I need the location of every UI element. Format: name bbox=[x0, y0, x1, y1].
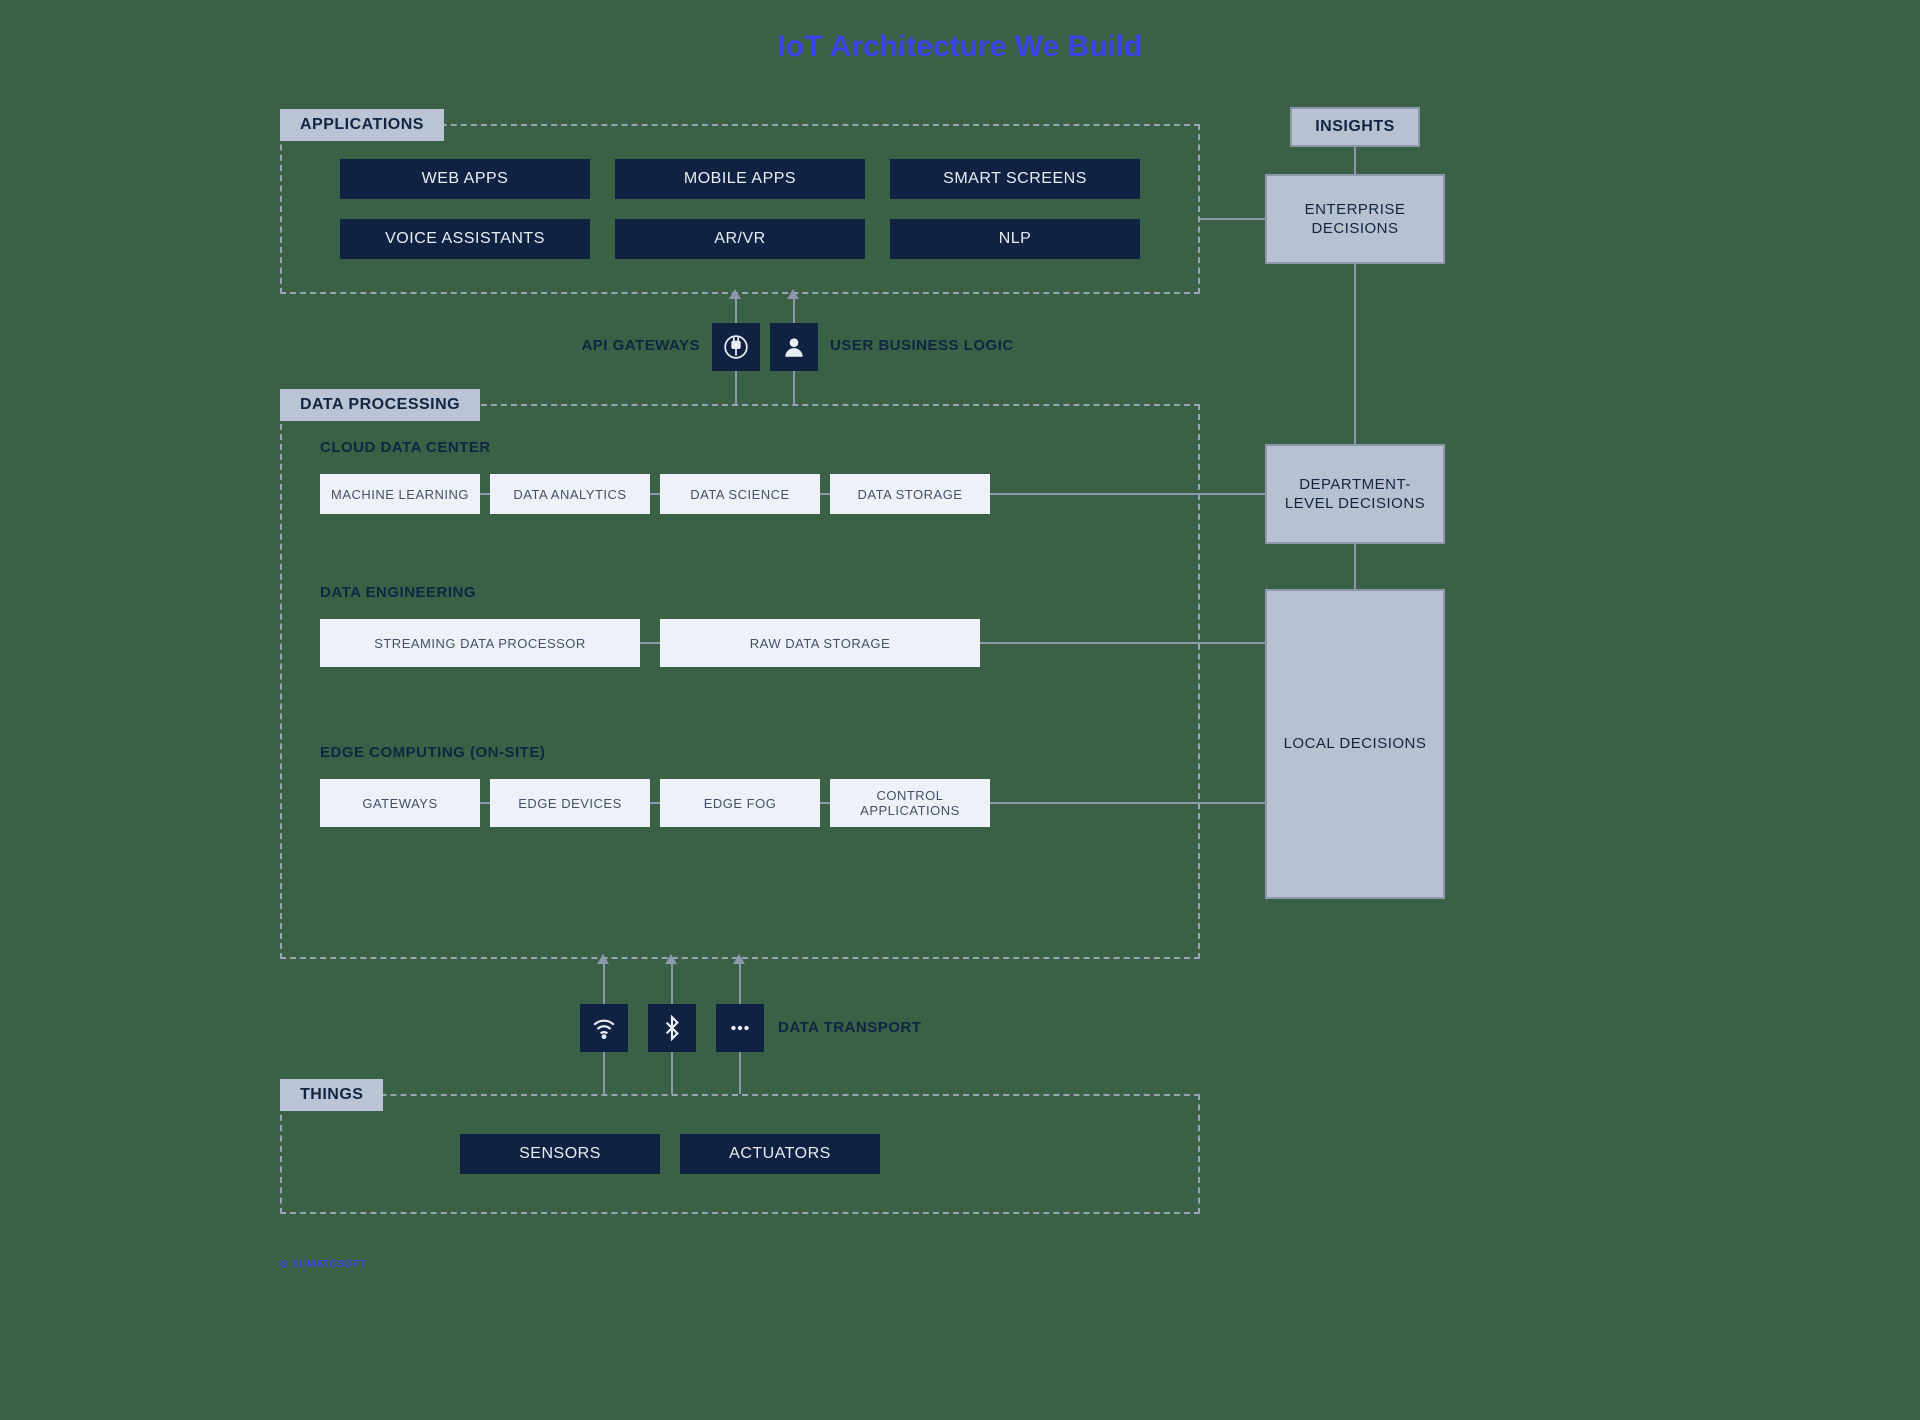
app-smart-screens: SMART SCREENS bbox=[890, 159, 1140, 199]
cloud-science: DATA SCIENCE bbox=[660, 474, 820, 514]
watermark: ⊙ SUMATOSOFT bbox=[280, 1259, 366, 1270]
page-title: IoT Architecture We Build bbox=[280, 30, 1640, 64]
engineering-heading: DATA ENGINEERING bbox=[320, 584, 476, 601]
app-voice-assistants: VOICE ASSISTANTS bbox=[340, 219, 590, 259]
local-decisions-box: LOCAL DECISIONS bbox=[1265, 589, 1445, 899]
cloud-ml: MACHINE LEARNING bbox=[320, 474, 480, 514]
cloud-storage: DATA STORAGE bbox=[830, 474, 990, 514]
things-sensors: SENSORS bbox=[460, 1134, 660, 1174]
wifi-icon bbox=[580, 1004, 628, 1052]
plug-icon bbox=[712, 323, 760, 371]
app-web-apps: WEB APPS bbox=[340, 159, 590, 199]
app-nlp: NLP bbox=[890, 219, 1140, 259]
data-transport-label: DATA TRANSPORT bbox=[778, 1019, 921, 1036]
edge-fog: EDGE FOG bbox=[660, 779, 820, 827]
bluetooth-icon bbox=[648, 1004, 696, 1052]
user-icon bbox=[770, 323, 818, 371]
edge-control: CONTROL APPLICATIONS bbox=[830, 779, 990, 827]
architecture-diagram: APPLICATIONS WEB APPS MOBILE APPS SMART … bbox=[280, 94, 1640, 1344]
edge-heading: EDGE COMPUTING (ON-SITE) bbox=[320, 744, 545, 761]
app-ar-vr: AR/VR bbox=[615, 219, 865, 259]
things-label: THINGS bbox=[280, 1079, 383, 1111]
cloud-heading: CLOUD DATA CENTER bbox=[320, 439, 491, 456]
enterprise-decisions-box: ENTERPRISE DECISIONS bbox=[1265, 174, 1445, 264]
edge-devices: EDGE DEVICES bbox=[490, 779, 650, 827]
app-mobile-apps: MOBILE APPS bbox=[615, 159, 865, 199]
applications-group: APPLICATIONS bbox=[280, 124, 1200, 294]
more-icon bbox=[716, 1004, 764, 1052]
user-business-logic-label: USER BUSINESS LOGIC bbox=[830, 337, 1014, 354]
eng-streaming: STREAMING DATA PROCESSOR bbox=[320, 619, 640, 667]
eng-raw-storage: RAW DATA STORAGE bbox=[660, 619, 980, 667]
data-processing-label: DATA PROCESSING bbox=[280, 389, 480, 421]
insights-box: INSIGHTS bbox=[1290, 107, 1420, 147]
applications-label: APPLICATIONS bbox=[280, 109, 444, 141]
cloud-analytics: DATA ANALYTICS bbox=[490, 474, 650, 514]
api-gateways-label: API GATEWAYS bbox=[570, 337, 700, 354]
edge-gateways: GATEWAYS bbox=[320, 779, 480, 827]
things-actuators: ACTUATORS bbox=[680, 1134, 880, 1174]
department-decisions-box: DEPARTMENT-LEVEL DECISIONS bbox=[1265, 444, 1445, 544]
